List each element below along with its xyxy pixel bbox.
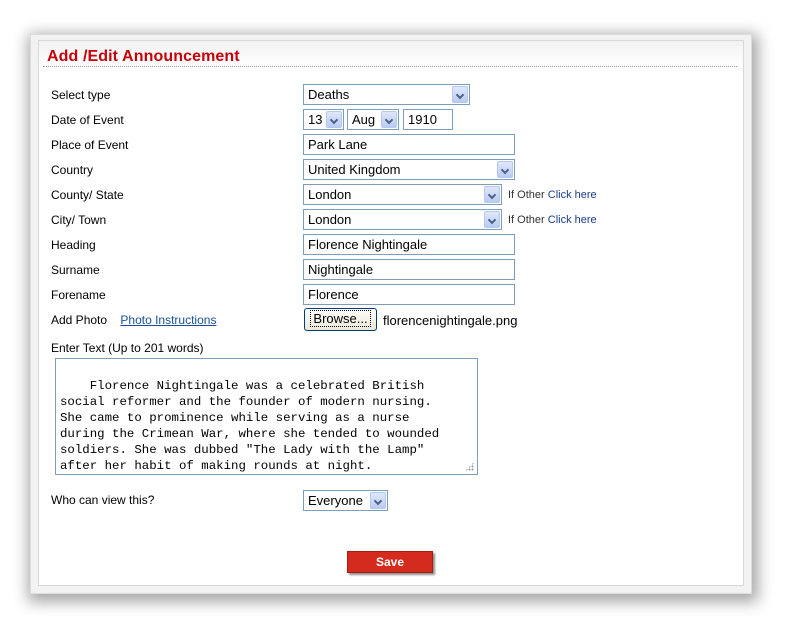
select-type-dropdown[interactable]: Deaths [303, 84, 470, 105]
day-value: 13 [308, 112, 323, 127]
enter-text-label: Enter Text (Up to 201 words) [51, 341, 204, 355]
county-other-note: If Other Click here [508, 189, 597, 201]
select-type-value: Deaths [308, 87, 350, 102]
chevron-down-icon[interactable] [484, 186, 500, 203]
chevron-down-icon[interactable] [452, 86, 468, 103]
save-button[interactable]: Save [347, 551, 433, 573]
city-other-note: If Other Click here [508, 214, 597, 226]
county-state-value: London [308, 187, 352, 202]
browse-label: Browse... [310, 310, 371, 327]
who-can-view-label: Who can view this? [51, 493, 155, 507]
page-title: Add /Edit Announcement [47, 48, 240, 65]
browse-button[interactable]: Browse... [304, 308, 377, 331]
place-of-event-input[interactable]: Park Lane [303, 134, 515, 155]
county-state-label: County/ State [51, 188, 124, 202]
add-photo-label: Add Photo [51, 313, 108, 327]
country-value: United Kingdom [308, 162, 401, 177]
surname-input[interactable]: Nightingale [303, 259, 515, 280]
photo-instructions-link[interactable]: Photo Instructions [120, 313, 216, 327]
title-divider [43, 66, 737, 67]
select-type-label: Select type [51, 88, 111, 102]
chevron-down-icon[interactable] [370, 492, 386, 509]
surname-label: Surname [51, 263, 100, 277]
date-of-event-label: Date of Event [51, 113, 124, 127]
chevron-down-icon[interactable] [497, 161, 513, 178]
who-can-view-dropdown[interactable]: Everyone [303, 490, 388, 511]
heading-input[interactable]: Florence Nightingale [303, 234, 515, 255]
city-other-click-here-link[interactable]: Click here [548, 214, 597, 226]
selected-filename: florencenightingale.png [383, 313, 518, 328]
city-town-dropdown[interactable]: London [303, 209, 502, 230]
month-dropdown[interactable]: Aug [347, 109, 399, 130]
announcement-text-area[interactable]: Florence Nightingale was a celebrated Br… [55, 358, 478, 475]
add-photo-row: Add Photo Photo Instructions [51, 313, 216, 327]
county-other-prefix: If Other [508, 189, 545, 201]
country-dropdown[interactable]: United Kingdom [303, 159, 515, 180]
city-town-label: City/ Town [51, 213, 107, 227]
announcement-text: Florence Nightingale was a celebrated Br… [60, 379, 440, 473]
city-town-value: London [308, 212, 352, 227]
city-other-prefix: If Other [508, 214, 545, 226]
county-state-dropdown[interactable]: London [303, 184, 502, 205]
chevron-down-icon[interactable] [381, 111, 397, 128]
resize-grip-icon[interactable] [465, 462, 474, 471]
chevron-down-icon[interactable] [484, 211, 500, 228]
who-can-view-value: Everyone [308, 493, 363, 508]
day-dropdown[interactable]: 13 [303, 109, 344, 130]
country-label: Country [51, 163, 94, 177]
forename-input[interactable]: Florence [303, 284, 515, 305]
forename-label: Forename [51, 288, 106, 302]
chevron-down-icon[interactable] [326, 111, 342, 128]
place-of-event-label: Place of Event [51, 138, 129, 152]
announcement-form-panel: Add /Edit Announcement Select type Death… [38, 40, 744, 586]
panel-header: Add /Edit Announcement [39, 41, 743, 67]
year-input[interactable]: 1910 [403, 109, 453, 130]
heading-label: Heading [51, 238, 96, 252]
county-other-click-here-link[interactable]: Click here [548, 189, 597, 201]
month-value: Aug [352, 112, 376, 127]
